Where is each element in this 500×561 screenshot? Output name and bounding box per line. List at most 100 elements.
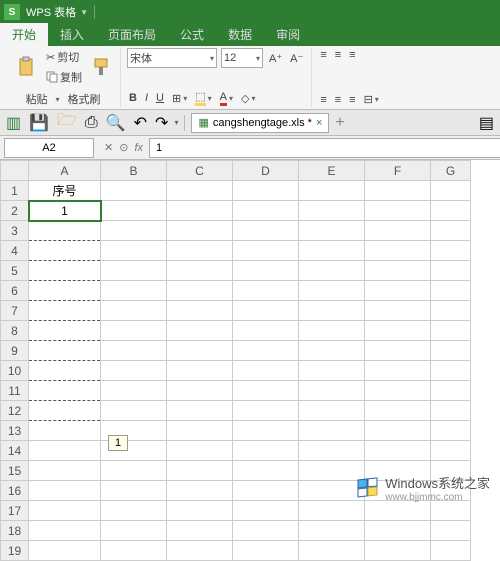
cell[interactable] [431,221,471,241]
col-header-A[interactable]: A [29,161,101,181]
cell[interactable] [365,241,431,261]
row-header-2[interactable]: 2 [1,201,29,221]
paste-button[interactable] [12,54,40,80]
cell[interactable] [101,541,167,561]
clear-format-button[interactable]: ◇▾ [239,91,257,106]
cell[interactable] [431,441,471,461]
row-header-18[interactable]: 18 [1,521,29,541]
row-header-17[interactable]: 17 [1,501,29,521]
cell[interactable] [299,201,365,221]
underline-button[interactable]: U [154,91,166,105]
increase-font-button[interactable]: A⁺ [267,51,284,66]
row-header-3[interactable]: 3 [1,221,29,241]
align-left-button[interactable]: ≡ [318,93,328,107]
cell[interactable] [167,441,233,461]
cell[interactable] [101,341,167,361]
fx-icon[interactable]: fx [134,142,143,154]
cell[interactable] [101,461,167,481]
cell[interactable] [233,241,299,261]
cell[interactable] [167,321,233,341]
cell[interactable] [365,521,431,541]
cell[interactable] [101,181,167,201]
cell[interactable] [299,301,365,321]
align-middle-button[interactable]: ≡ [333,48,343,62]
align-right-button[interactable]: ≡ [347,93,357,107]
cell[interactable] [431,281,471,301]
copy-button[interactable]: 复制 [44,68,84,86]
tab-formula[interactable]: 公式 [168,23,216,46]
row-header-1[interactable]: 1 [1,181,29,201]
close-tab-button[interactable]: × [316,117,322,129]
col-header-B[interactable]: B [101,161,167,181]
row-header-15[interactable]: 15 [1,461,29,481]
cell[interactable] [101,401,167,421]
cell[interactable] [233,501,299,521]
cell[interactable] [233,301,299,321]
col-header-G[interactable]: G [431,161,471,181]
cell-A1[interactable]: 序号 [29,181,101,201]
cell[interactable] [299,281,365,301]
cell[interactable] [29,381,101,401]
cell[interactable] [233,521,299,541]
qat-new-button[interactable]: ▥ [4,112,23,134]
cell[interactable] [101,501,167,521]
cell[interactable] [233,261,299,281]
cell[interactable] [365,301,431,321]
cell[interactable] [29,501,101,521]
cell[interactable] [233,541,299,561]
cell[interactable] [167,181,233,201]
italic-button[interactable]: I [143,91,150,105]
font-name-combo[interactable]: 宋体▾ [127,48,217,68]
qat-preview-button[interactable]: 🔍 [104,112,128,134]
cell[interactable] [29,401,101,421]
cell[interactable] [299,401,365,421]
cell[interactable] [365,221,431,241]
cell[interactable] [233,181,299,201]
cell[interactable] [299,261,365,281]
cell[interactable] [299,461,365,481]
cell[interactable] [233,481,299,501]
cell[interactable] [233,221,299,241]
cell[interactable] [431,501,471,521]
row-header-10[interactable]: 10 [1,361,29,381]
cell[interactable] [365,361,431,381]
align-center-button[interactable]: ≡ [333,93,343,107]
name-box[interactable]: A2 [4,138,94,158]
qat-more-icon[interactable]: ▾ [174,118,178,127]
cell[interactable] [101,201,167,221]
cell[interactable] [299,441,365,461]
row-header-11[interactable]: 11 [1,381,29,401]
cell[interactable] [233,361,299,381]
cell[interactable] [233,341,299,361]
font-size-combo[interactable]: 12▾ [221,48,263,68]
cell[interactable] [167,221,233,241]
border-button[interactable]: ⊞▾ [170,91,189,106]
row-header-16[interactable]: 16 [1,481,29,501]
cell[interactable] [365,341,431,361]
cell[interactable] [365,321,431,341]
cell[interactable] [431,321,471,341]
cell[interactable] [167,401,233,421]
cell[interactable] [431,241,471,261]
cell[interactable] [29,261,101,281]
decrease-font-button[interactable]: A⁻ [288,51,305,66]
row-header-14[interactable]: 14 [1,441,29,461]
cell[interactable] [167,241,233,261]
align-bottom-button[interactable]: ≡ [347,48,357,62]
row-header-8[interactable]: 8 [1,321,29,341]
cell[interactable] [167,541,233,561]
cell[interactable] [101,361,167,381]
cell[interactable] [299,341,365,361]
cell[interactable] [101,321,167,341]
merge-button[interactable]: ⊟▾ [362,92,381,107]
cell[interactable] [299,481,365,501]
cell[interactable] [299,501,365,521]
col-header-E[interactable]: E [299,161,365,181]
tab-insert[interactable]: 插入 [48,23,96,46]
cell[interactable] [431,361,471,381]
cell[interactable] [233,321,299,341]
file-tab[interactable]: ▦ cangshengtage.xls * × [191,113,329,133]
row-header-13[interactable]: 13 [1,421,29,441]
cell[interactable] [365,381,431,401]
cell[interactable] [299,321,365,341]
